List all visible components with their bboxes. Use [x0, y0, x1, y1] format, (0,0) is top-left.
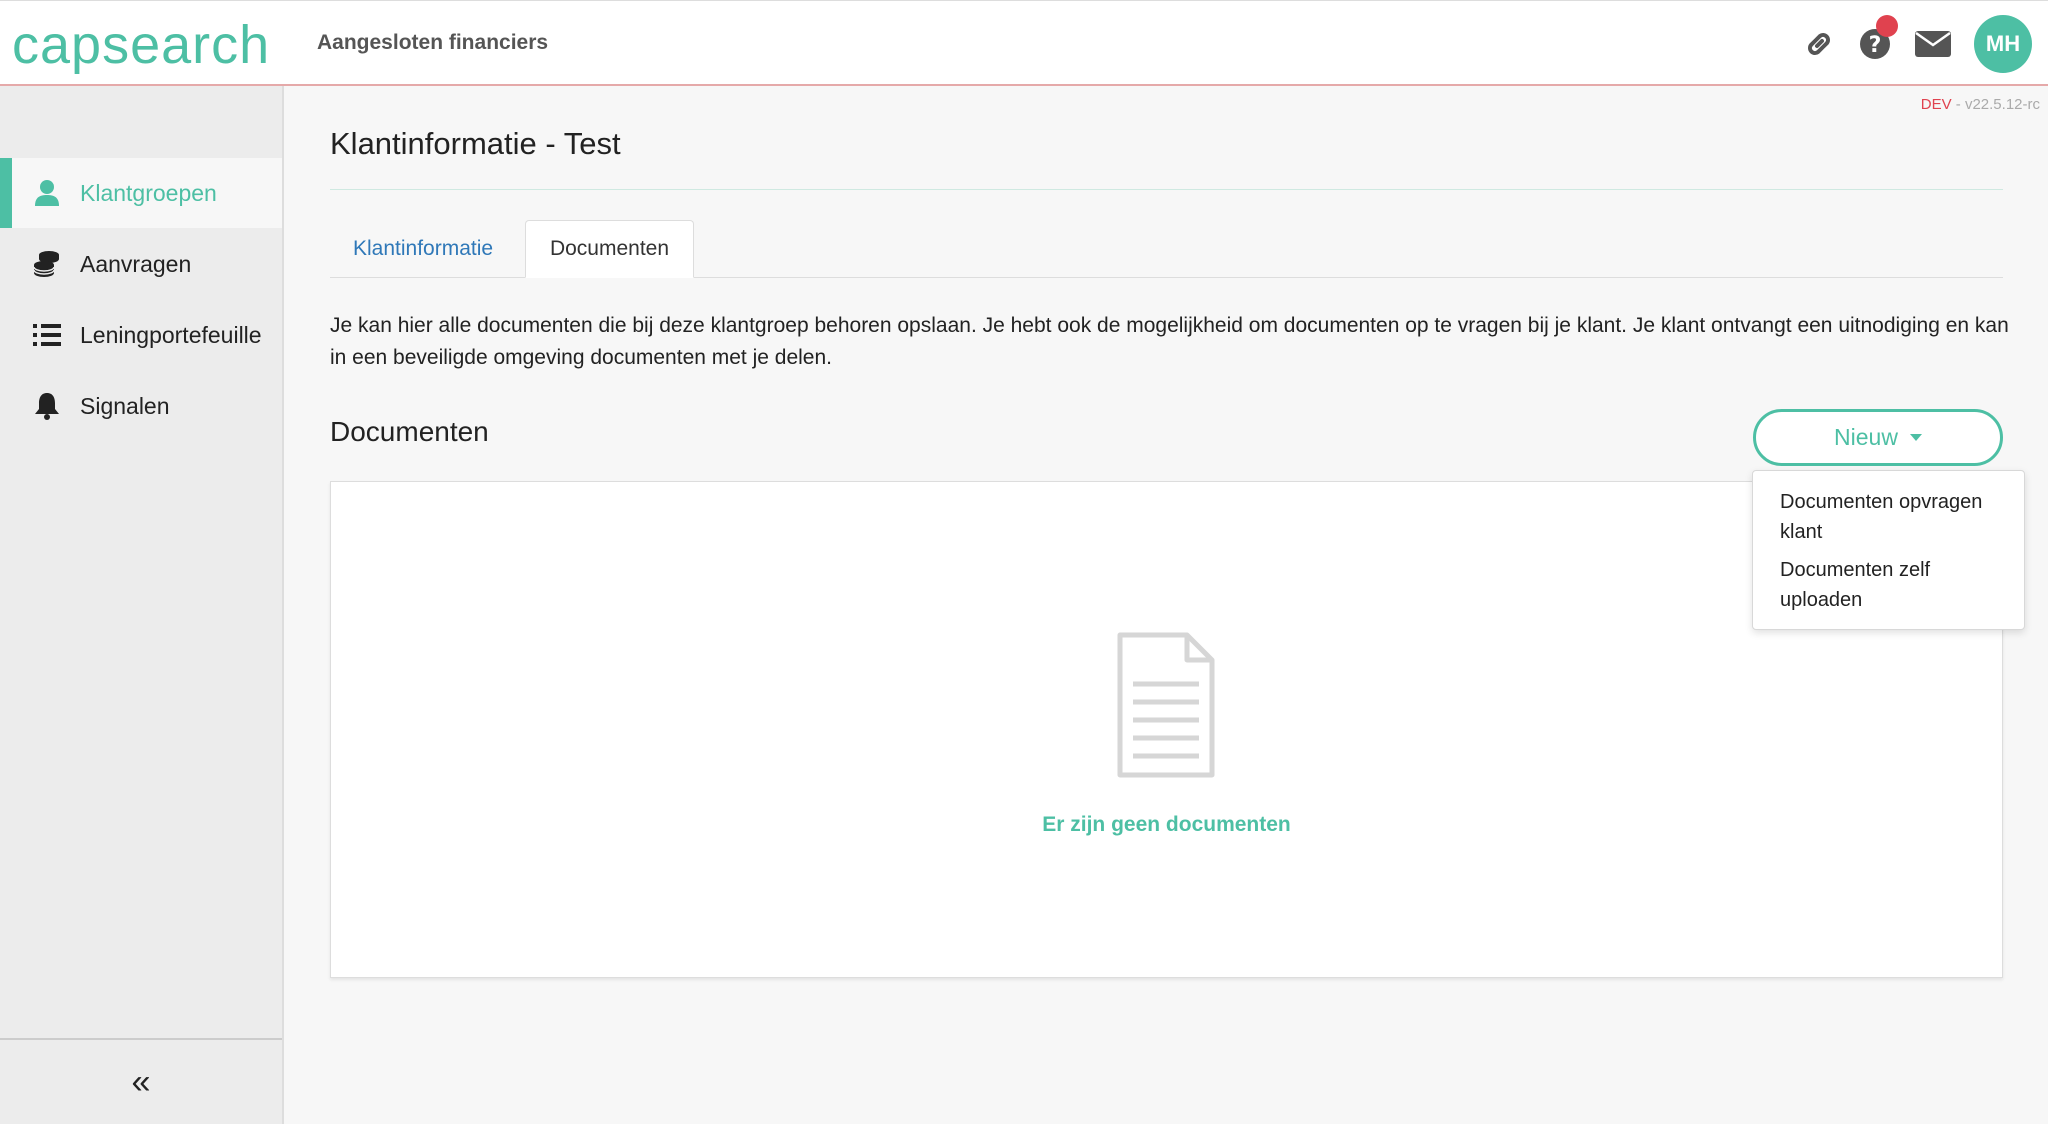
user-avatar[interactable]: MH	[1974, 15, 2032, 73]
tab-documenten[interactable]: Documenten	[525, 220, 694, 278]
link-icon[interactable]	[1802, 27, 1836, 61]
list-icon	[32, 320, 62, 350]
env-label: DEV	[1920, 96, 1952, 113]
collapse-sidebar-button[interactable]: «	[0, 1038, 282, 1124]
sidebar-item-label: Aanvragen	[80, 250, 192, 277]
sidebar: Klantgroepen Aanvragen Leningportefeuill…	[0, 86, 284, 1124]
bell-icon	[32, 391, 62, 421]
caret-down-icon	[1909, 434, 1922, 441]
double-chevron-left-icon: «	[131, 1062, 151, 1101]
sidebar-item-label: Leningportefeuille	[80, 321, 262, 348]
menu-item-documenten-uploaden[interactable]: Documenten zelf uploaden	[1753, 555, 2024, 615]
page-title: Klantinformatie - Test	[330, 126, 621, 161]
sidebar-item-klantgroepen[interactable]: Klantgroepen	[0, 158, 282, 228]
sidebar-item-aanvragen[interactable]: Aanvragen	[0, 229, 282, 299]
intro-text: Je kan hier alle documenten die bij deze…	[330, 314, 2009, 369]
version-separator: -	[1951, 96, 1965, 113]
help-icon[interactable]: ?	[1858, 15, 1898, 61]
coins-icon	[32, 249, 62, 279]
logo[interactable]: capsearch	[12, 15, 270, 75]
new-button-label: Nieuw	[1834, 424, 1898, 450]
document-icon	[1117, 632, 1215, 778]
section-title: Documenten	[330, 416, 489, 447]
user-icon	[32, 178, 62, 208]
title-divider	[330, 189, 2003, 190]
sidebar-item-signalen[interactable]: Signalen	[0, 371, 282, 441]
top-bar: capsearch Aangesloten financiers ? MH	[0, 0, 2048, 86]
version-label: DEV - v22.5.12-rc	[1921, 96, 2040, 113]
menu-item-documenten-opvragen[interactable]: Documenten opvragen klant	[1753, 487, 2024, 547]
mail-icon[interactable]	[1914, 27, 1952, 61]
header-title: Aangesloten financiers	[317, 31, 549, 54]
sidebar-item-label: Signalen	[80, 392, 170, 419]
tab-klantinformatie[interactable]: Klantinformatie	[330, 220, 516, 278]
notification-badge	[1876, 15, 1898, 37]
empty-state-text: Er zijn geen documenten	[1042, 813, 1291, 836]
header-actions: ? MH	[1802, 15, 2032, 73]
tab-bar: Klantinformatie Documenten	[330, 220, 2003, 278]
version-number: v22.5.12-rc	[1964, 96, 2040, 113]
svg-text:?: ?	[1869, 33, 1882, 58]
sidebar-item-leningportefeuille[interactable]: Leningportefeuille	[0, 300, 282, 370]
sidebar-item-label: Klantgroepen	[80, 179, 217, 206]
new-dropdown-menu: Documenten opvragen klant Documenten zel…	[1752, 470, 2025, 630]
new-button[interactable]: Nieuw	[1753, 409, 2003, 466]
